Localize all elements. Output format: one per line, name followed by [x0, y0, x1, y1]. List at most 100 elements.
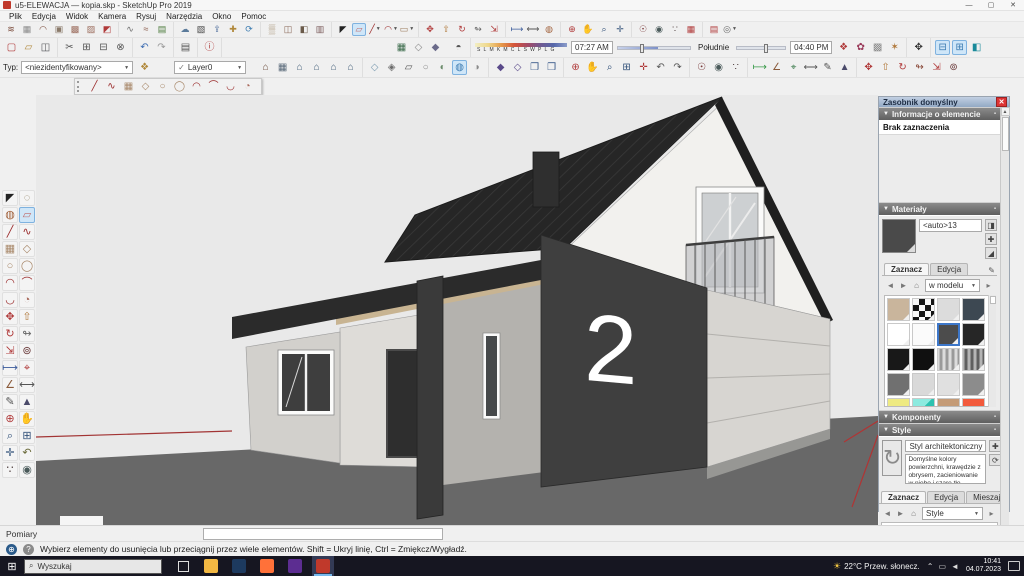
select-tool-l[interactable]: ◤: [2, 190, 18, 206]
look-around-2[interactable]: ◉: [711, 60, 726, 75]
rotated-rectangle-tool[interactable]: ◇: [138, 79, 153, 94]
toggle-profiles[interactable]: ◆: [428, 40, 443, 55]
toggle-terrain[interactable]: ▤: [155, 23, 169, 36]
shadow-date-slider[interactable]: [736, 46, 786, 50]
offset-l[interactable]: ⊚: [19, 343, 35, 359]
shadow-date[interactable]: ✿: [853, 40, 868, 55]
eraser-tool[interactable]: ▱: [352, 23, 366, 36]
add-extension[interactable]: ✚: [226, 23, 240, 36]
protractor-tool[interactable]: ∠: [769, 60, 784, 75]
select-tool[interactable]: ◤: [336, 23, 350, 36]
tape-measure-2[interactable]: ⟼: [752, 60, 767, 75]
section-display-toggle[interactable]: ⊞: [952, 40, 967, 55]
shadow-months-strip[interactable]: SLMKMCLSWPLG: [475, 43, 567, 53]
component-swap[interactable]: ❐: [527, 60, 542, 75]
section-components[interactable]: ▼ Komponenty ▪: [879, 410, 1000, 423]
two-point-arc-tool[interactable]: ⌒: [206, 79, 221, 94]
cut[interactable]: ✂: [62, 40, 77, 55]
swatch-gray[interactable]: [962, 373, 985, 396]
back-edges-style[interactable]: ◈: [384, 60, 399, 75]
add-detail-tool[interactable]: ▨: [84, 23, 98, 36]
axes-tool[interactable]: ⌖: [786, 60, 801, 75]
right-view-icon[interactable]: ⌂: [309, 60, 324, 75]
sandbox-from-contours[interactable]: ≋: [4, 23, 18, 36]
follow-me-2[interactable]: ↬: [912, 60, 927, 75]
maximize-button[interactable]: ▢: [980, 0, 1002, 10]
shadow-faces[interactable]: ✶: [887, 40, 902, 55]
menu-item-okno[interactable]: Okno: [207, 12, 236, 21]
three-point-arc-tool[interactable]: ◡: [223, 79, 238, 94]
pan-l[interactable]: ✋: [19, 411, 35, 427]
back-view-icon[interactable]: ⌂: [326, 60, 341, 75]
swatch-pale-gray-2[interactable]: [937, 373, 960, 396]
style-name-field[interactable]: Styl architektoniczny: [905, 440, 986, 452]
swatch-light-gray[interactable]: [937, 298, 960, 321]
component-replace[interactable]: ◇: [510, 60, 525, 75]
tray-volume-icon[interactable]: ◄: [951, 562, 959, 571]
tab-edit[interactable]: Edycja: [930, 263, 968, 275]
geolocation-icon[interactable]: ⊕: [6, 544, 17, 555]
rotate-2[interactable]: ↻: [895, 60, 910, 75]
zoom-extents-tool[interactable]: ✛: [613, 23, 627, 36]
taskbar-weather[interactable]: ☀ 22°C Przew. słonecz.: [833, 561, 920, 572]
menu-item-widok[interactable]: Widok: [61, 12, 93, 21]
refresh-model[interactable]: ⟳: [242, 23, 256, 36]
photos-app[interactable]: [228, 556, 250, 576]
taskbar-search-input[interactable]: ⌕ Wyszukaj: [24, 559, 162, 574]
pan-2[interactable]: ✋: [585, 60, 600, 75]
push-pull-tool[interactable]: ⇧: [439, 23, 453, 36]
zoom-extents-l[interactable]: ✛: [2, 445, 18, 461]
push-pull-l[interactable]: ⇧: [19, 309, 35, 325]
match-photo[interactable]: ▥: [313, 23, 327, 36]
text-3d-l[interactable]: ▲: [19, 394, 35, 410]
open-file[interactable]: ▱: [21, 40, 36, 55]
update-style-icon[interactable]: ⟳: [989, 454, 1000, 466]
section-menu-icon[interactable]: ▪: [994, 427, 996, 433]
details-flyout-icon[interactable]: ▸: [982, 279, 995, 292]
taskbar-clock[interactable]: 10:41 04.07.2023: [966, 558, 1001, 574]
dropper-icon[interactable]: ✎: [988, 266, 995, 275]
line-tool-2[interactable]: ╱: [87, 79, 102, 94]
orbit-tool[interactable]: ⊕: [565, 23, 579, 36]
rotated-rectangle-l[interactable]: ◇: [19, 241, 35, 257]
xray-style[interactable]: ◇: [367, 60, 382, 75]
save-file[interactable]: ◫: [38, 40, 53, 55]
orbit-2[interactable]: ⊕: [568, 60, 583, 75]
look-around-tool[interactable]: ◉: [652, 23, 666, 36]
polygon-tool[interactable]: ◯: [172, 79, 187, 94]
look-around-l[interactable]: ◉: [19, 462, 35, 478]
polygon-l[interactable]: ◯: [19, 258, 35, 274]
menu-item-plik[interactable]: Plik: [4, 12, 27, 21]
back-arrow-icon[interactable]: ◄: [881, 507, 894, 520]
sample-paint-icon[interactable]: ◢: [985, 247, 997, 259]
toggle-terrain-2[interactable]: ▦: [394, 40, 409, 55]
simplify-contours[interactable]: ≈: [139, 23, 153, 36]
swatch-tan[interactable]: [887, 298, 910, 321]
arc-l[interactable]: ◠: [2, 275, 18, 291]
menu-item-narzędzia[interactable]: Narzędzia: [161, 12, 207, 21]
walk-tool[interactable]: ∵: [668, 23, 682, 36]
undo[interactable]: ↶: [137, 40, 152, 55]
forward-arrow-icon[interactable]: ►: [897, 279, 910, 292]
send-to-layout[interactable]: ▤: [707, 23, 721, 36]
axes-l[interactable]: ⌖: [19, 360, 35, 376]
fog-toggle[interactable]: ▒: [265, 23, 279, 36]
gimp-app[interactable]: [284, 556, 306, 576]
create-material-icon[interactable]: ✚: [985, 233, 997, 245]
dimension-l[interactable]: ⟷: [19, 377, 35, 393]
scroll-up-icon[interactable]: ▲: [1001, 107, 1010, 116]
home-icon[interactable]: ⌂: [910, 279, 923, 292]
wireframe-style[interactable]: ▱: [401, 60, 416, 75]
styles-collection-dropdown[interactable]: Style▼: [922, 507, 983, 520]
redo[interactable]: ↷: [154, 40, 169, 55]
arc-tool-2[interactable]: ◠: [189, 79, 204, 94]
scale-tool[interactable]: ⇲: [487, 23, 501, 36]
rectangle-tool[interactable]: ▦: [121, 79, 136, 94]
walk-2[interactable]: ∵: [728, 60, 743, 75]
section-menu-icon[interactable]: ▪: [994, 206, 996, 212]
swatch-stripes-dark[interactable]: [962, 348, 985, 371]
follow-me-l[interactable]: ↬: [19, 326, 35, 342]
previous-view-l[interactable]: ↶: [19, 445, 35, 461]
tray-scrollbar[interactable]: ▲ ▼: [1000, 107, 1009, 546]
swatch-anthracite[interactable]: [937, 323, 960, 346]
